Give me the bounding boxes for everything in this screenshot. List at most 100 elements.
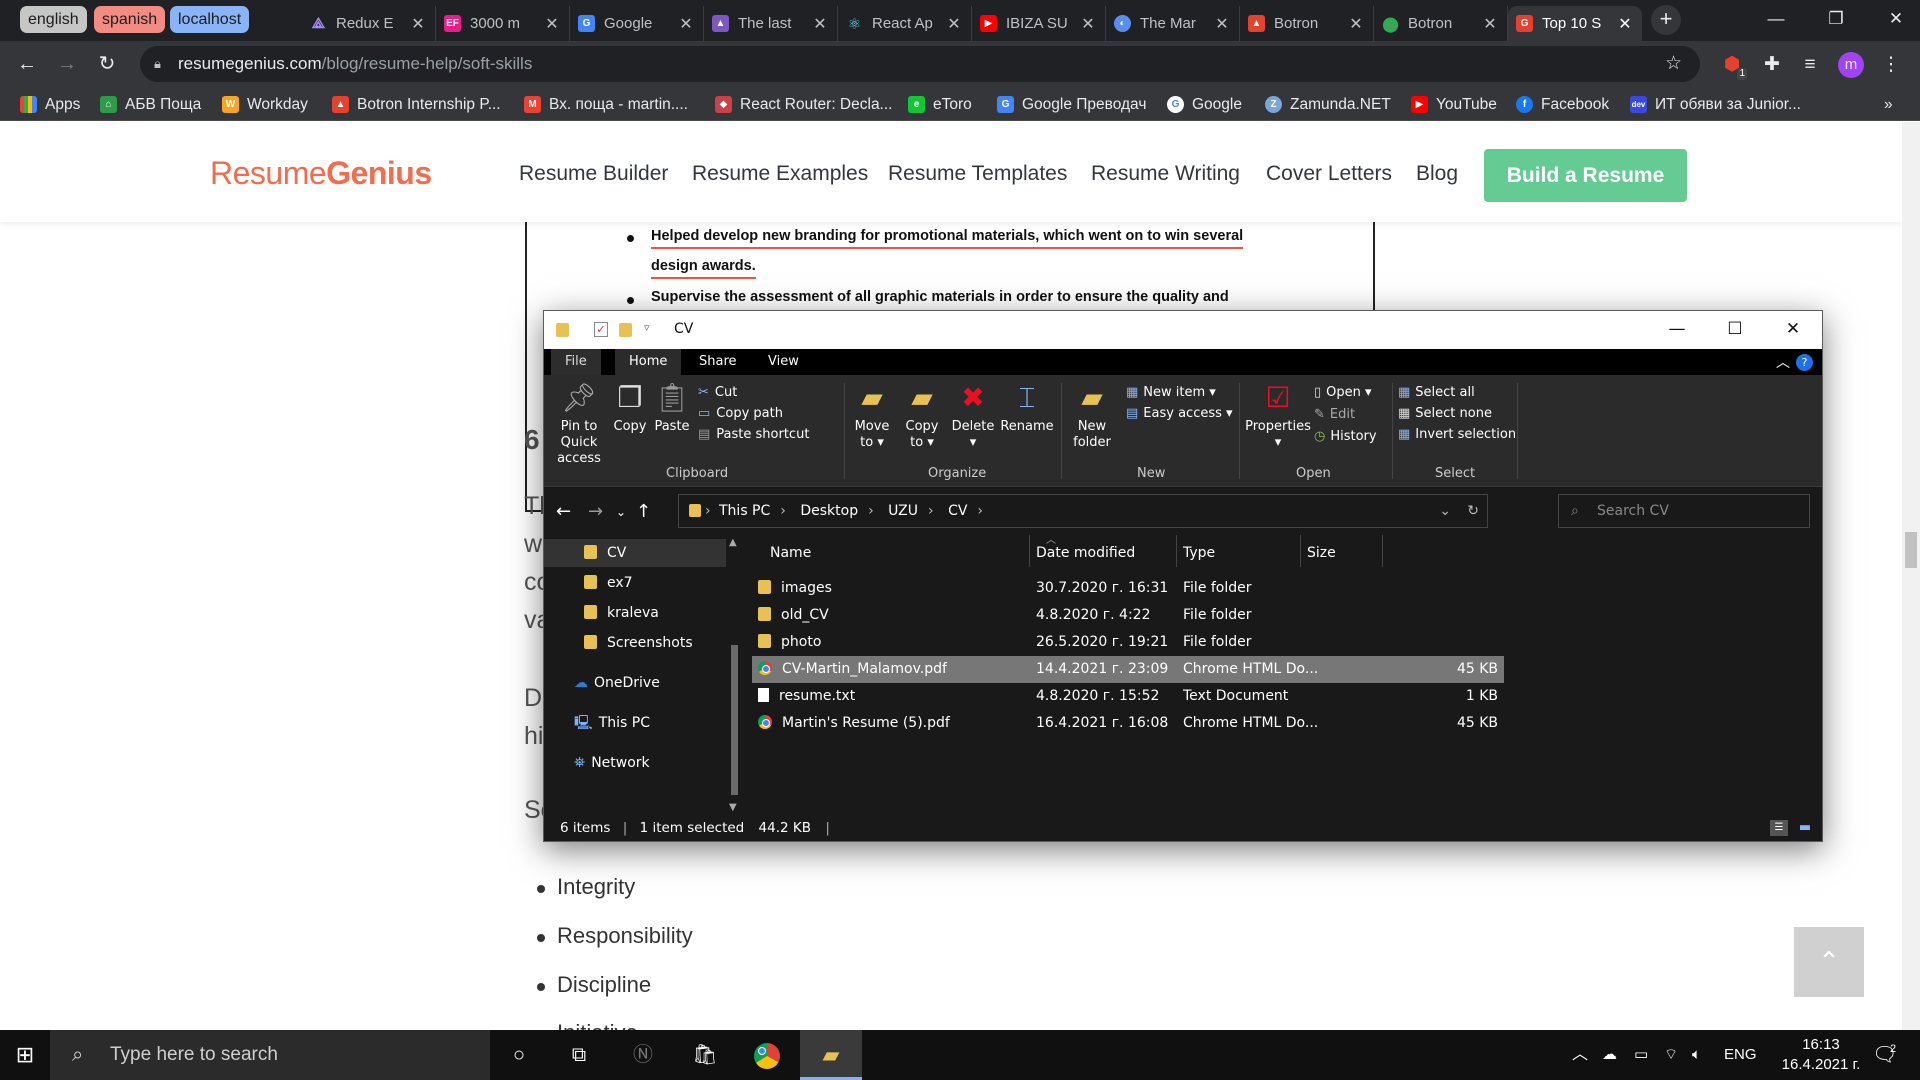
nav-blog[interactable]: Blog bbox=[1416, 162, 1458, 186]
nav-item-network[interactable]: ⛯ Network bbox=[544, 749, 726, 777]
notion-icon[interactable]: Ⓝ bbox=[612, 1030, 674, 1080]
paste-shortcut-button[interactable]: ▤ Paste shortcut bbox=[698, 427, 809, 442]
restore-window-icon[interactable]: ❐ bbox=[1806, 0, 1866, 41]
new-tab-button[interactable]: + bbox=[1651, 5, 1681, 35]
nav-item-this-pc[interactable]: 🖳︎ This PC bbox=[544, 709, 726, 737]
bookmark-zamunda[interactable]: Z Zamunda.NET bbox=[1265, 88, 1391, 121]
tab-share[interactable]: Share bbox=[685, 349, 751, 375]
volume-icon[interactable]: 🔈︎ bbox=[1692, 1030, 1701, 1080]
language-indicator[interactable]: ENG bbox=[1724, 1030, 1757, 1080]
close-tab-icon[interactable]: ✕ bbox=[1481, 14, 1499, 34]
bookmark-gmail[interactable]: M Вх. поща - martin.... bbox=[524, 88, 688, 121]
bookmark-etoro[interactable]: e eToro bbox=[908, 88, 972, 121]
invert-selection-button[interactable]: ▦ Invert selection bbox=[1398, 427, 1516, 442]
extension-badge-icon[interactable]: ⬢ 1 bbox=[1719, 52, 1747, 80]
explorer-address-bar[interactable]: › This PC › Desktop › UZU › CV › ⌄ ↻ bbox=[678, 494, 1488, 528]
column-header-size[interactable]: Size bbox=[1307, 545, 1336, 561]
delete-button[interactable]: ✖ Delete ▾ bbox=[950, 381, 996, 451]
chrome-menu-icon[interactable]: ⋮ bbox=[1878, 52, 1904, 78]
explorer-search-input[interactable]: ⌕ Search CV bbox=[1558, 494, 1810, 528]
clock[interactable]: 16:13 16.4.2021 г. bbox=[1776, 1030, 1866, 1080]
bookmarks-more-icon[interactable]: » bbox=[1884, 88, 1893, 121]
breadcrumb-this-pc[interactable]: This PC bbox=[719, 503, 770, 519]
nav-item-onedrive[interactable]: ☁ OneDrive bbox=[544, 669, 726, 697]
minimize-icon[interactable]: — bbox=[1648, 311, 1706, 349]
browser-tab[interactable]: ▲ The last ✕ bbox=[704, 6, 838, 41]
select-none-button[interactable]: ▦ Select none bbox=[1398, 406, 1492, 421]
browser-tab[interactable]: ▶ IBIZA SU ✕ bbox=[972, 6, 1106, 41]
pin-quick-access-button[interactable]: 📌︎ Pin to Quick access bbox=[550, 381, 608, 467]
paste-button[interactable]: 📋︎ Paste bbox=[652, 381, 692, 435]
column-header-date[interactable]: Date modified bbox=[1036, 545, 1135, 561]
copy-path-button[interactable]: ▭ Copy path bbox=[698, 406, 783, 421]
copy-to-button[interactable]: ▰ Copy to ▾ bbox=[900, 381, 944, 451]
back-to-top-button[interactable]: ⌃ bbox=[1794, 927, 1864, 997]
up-arrow-icon[interactable]: ↑ bbox=[636, 501, 651, 522]
build-resume-button[interactable]: Build a Resume bbox=[1484, 149, 1687, 202]
history-button[interactable]: ◷ History bbox=[1314, 429, 1377, 444]
nav-item-kraleva[interactable]: kraleva bbox=[544, 599, 726, 627]
help-icon[interactable]: ? bbox=[1796, 354, 1813, 371]
large-icons-view-icon[interactable]: ▬ bbox=[1796, 820, 1814, 836]
breadcrumb-cv[interactable]: CV bbox=[948, 503, 967, 519]
back-icon[interactable]: ← bbox=[12, 50, 42, 80]
nav-item-screenshots[interactable]: Screenshots bbox=[544, 629, 726, 657]
tab-file[interactable]: File bbox=[551, 349, 601, 375]
edit-button[interactable]: ✎ Edit bbox=[1314, 407, 1355, 422]
column-header-type[interactable]: Type bbox=[1183, 545, 1215, 561]
new-folder-quick-icon[interactable] bbox=[619, 323, 632, 337]
close-tab-icon[interactable]: ✕ bbox=[409, 14, 427, 34]
file-row[interactable]: resume.txt 4.8.2020 г. 15:52 Text Docume… bbox=[752, 683, 1504, 710]
close-tab-icon[interactable]: ✕ bbox=[945, 14, 963, 34]
column-separator[interactable] bbox=[1029, 535, 1030, 567]
nav-resume-writing[interactable]: Resume Writing bbox=[1091, 162, 1240, 186]
tab-home[interactable]: Home bbox=[615, 349, 682, 375]
network-tray-icon[interactable]: ⌔ bbox=[1664, 1030, 1678, 1080]
cortana-icon[interactable]: ○ bbox=[488, 1030, 550, 1080]
open-button[interactable]: ▯ Open ▾ bbox=[1314, 385, 1372, 400]
browser-tab-active[interactable]: G Top 10 S ✕ bbox=[1508, 6, 1642, 41]
show-hidden-icons[interactable]: ︿ bbox=[1572, 1030, 1588, 1080]
page-scrollbar[interactable] bbox=[1902, 122, 1920, 1030]
nav-resume-examples[interactable]: Resume Examples bbox=[692, 162, 868, 186]
column-separator[interactable] bbox=[1176, 535, 1177, 567]
back-arrow-icon[interactable]: ← bbox=[556, 501, 571, 522]
browser-tab[interactable]: G Google ✕ bbox=[570, 6, 704, 41]
page-scrollbar-thumb[interactable] bbox=[1905, 532, 1917, 568]
close-tab-icon[interactable]: ✕ bbox=[1616, 14, 1634, 34]
file-row[interactable]: Martin's Resume (5).pdf 16.4.2021 г. 16:… bbox=[752, 710, 1504, 737]
nav-resume-builder[interactable]: Resume Builder bbox=[519, 162, 668, 186]
select-all-button[interactable]: ▦ Select all bbox=[1398, 385, 1475, 400]
bookmark-google-translate[interactable]: G Google Преводач bbox=[997, 88, 1146, 121]
nav-resume-templates[interactable]: Resume Templates bbox=[888, 162, 1067, 186]
details-view-icon[interactable]: ☰ bbox=[1770, 820, 1788, 836]
address-dropdown-icon[interactable]: ⌄ bbox=[1439, 495, 1451, 527]
task-view-icon[interactable]: ⧉ bbox=[548, 1030, 610, 1080]
browser-tab[interactable]: EF 3000 m ✕ bbox=[436, 6, 570, 41]
bookmark-facebook[interactable]: f Facebook bbox=[1516, 88, 1609, 121]
browser-tab[interactable]: ⬤ Botron ✕ bbox=[1374, 6, 1508, 41]
scroll-down-icon[interactable]: ▼ bbox=[729, 802, 737, 813]
extensions-icon[interactable]: ✚ bbox=[1759, 52, 1785, 78]
close-tab-icon[interactable]: ✕ bbox=[1213, 14, 1231, 34]
close-tab-icon[interactable]: ✕ bbox=[543, 14, 561, 34]
cut-button[interactable]: ✂ Cut bbox=[698, 385, 737, 400]
browser-tab[interactable]: ⚛ React Ap ✕ bbox=[838, 6, 972, 41]
browser-tab[interactable]: ⟁ Redux E ✕ bbox=[302, 6, 436, 41]
breadcrumb-uzu[interactable]: UZU bbox=[888, 503, 918, 519]
close-tab-icon[interactable]: ✕ bbox=[1347, 14, 1365, 34]
column-separator[interactable] bbox=[1382, 535, 1383, 567]
scroll-up-icon[interactable]: ▲ bbox=[729, 537, 737, 548]
bookmark-botron[interactable]: ▲ Botron Internship P... bbox=[332, 88, 501, 121]
move-to-button[interactable]: ▰ Move to ▾ bbox=[850, 381, 894, 451]
file-explorer-taskbar-icon[interactable]: ▰ bbox=[800, 1030, 862, 1080]
nav-item-ex7[interactable]: ex7 bbox=[544, 569, 726, 597]
recent-locations-icon[interactable]: ⌄ bbox=[616, 505, 626, 519]
profile-avatar[interactable]: m bbox=[1838, 52, 1864, 78]
new-folder-button[interactable]: ▰ New folder bbox=[1067, 381, 1117, 451]
easy-access-button[interactable]: ▤ Easy access ▾ bbox=[1126, 406, 1233, 421]
pinned-tab-localhost[interactable]: localhost bbox=[170, 6, 250, 33]
bookmark-apps[interactable]: Apps bbox=[20, 88, 80, 121]
reload-icon[interactable]: ↻ bbox=[92, 50, 122, 80]
minimize-window-icon[interactable]: — bbox=[1746, 0, 1806, 41]
